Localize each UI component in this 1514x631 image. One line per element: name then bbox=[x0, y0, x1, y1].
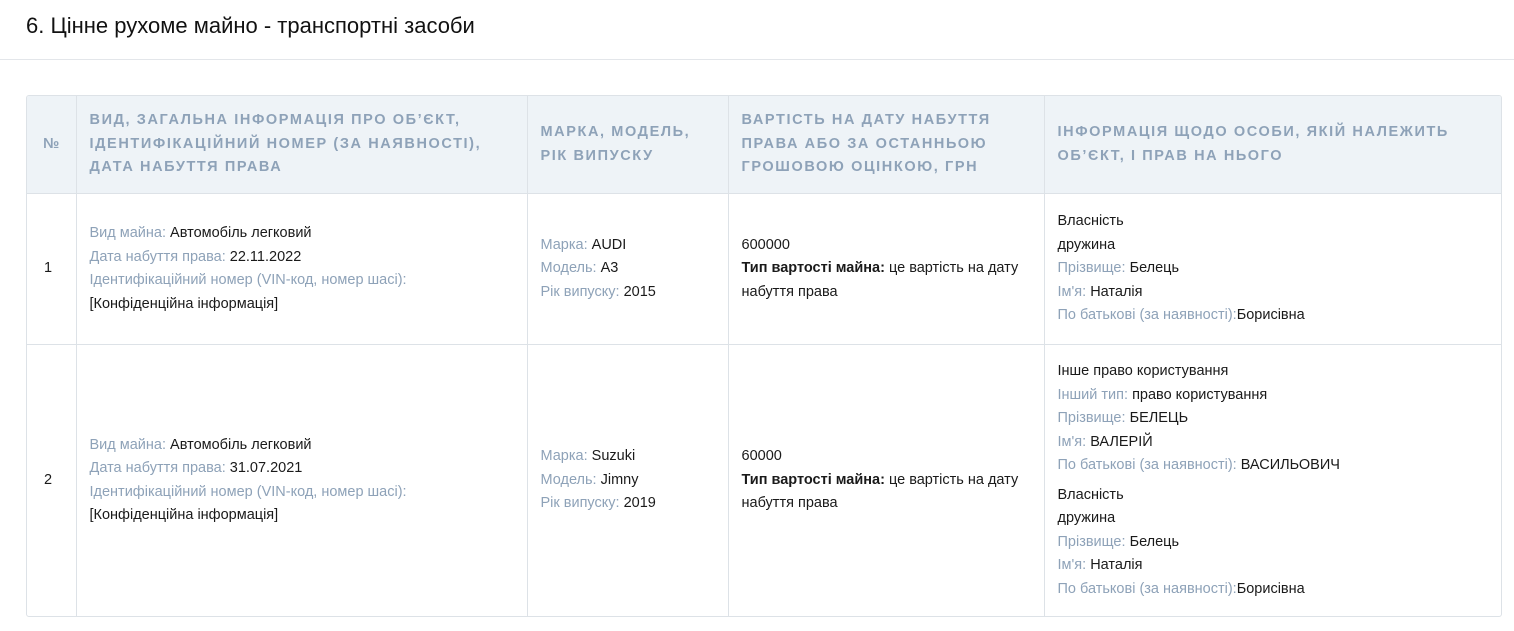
vehicles-table: № Вид, загальна інформація про об’єкт, і… bbox=[27, 96, 1501, 616]
cost-cell: 60000 Тип вартості майна: це вартість на… bbox=[728, 344, 1045, 616]
patronymic-value: Борисівна bbox=[1236, 580, 1305, 597]
name-label: Ім'я: bbox=[1057, 557, 1087, 573]
model-label: Модель: bbox=[540, 471, 597, 488]
surname-value: Белець bbox=[1129, 533, 1180, 550]
property-type-value: Автомобіль легковий bbox=[170, 225, 312, 241]
brand-value: AUDI bbox=[591, 236, 627, 253]
row-number: 1 bbox=[27, 193, 77, 345]
cost-type-label: Тип вартості майна: bbox=[741, 471, 885, 488]
column-header-info: Вид, загальна інформація про об’єкт, іде… bbox=[76, 96, 528, 194]
year-label: Рік випуску: bbox=[540, 283, 620, 300]
owner-relation: дружина bbox=[1057, 236, 1116, 253]
table-row: 2 Вид майна: Автомобіль легковий Дата на… bbox=[27, 344, 1501, 617]
surname-label: Прізвище: bbox=[1057, 260, 1126, 277]
object-info-cell: Вид майна: Автомобіль легковий Дата набу… bbox=[76, 344, 528, 616]
model-value: Jimny bbox=[600, 471, 639, 488]
cost-amount: 600000 bbox=[741, 236, 790, 253]
brand-label: Марка: bbox=[540, 448, 588, 465]
acquisition-date-value: 22.11.2022 bbox=[229, 248, 302, 265]
brand-value: Suzuki bbox=[591, 448, 636, 465]
column-header-cost: Вартість на дату набуття права або за ос… bbox=[728, 96, 1045, 194]
row-number: 2 bbox=[27, 344, 77, 616]
property-type-value: Автомобіль легковий bbox=[170, 436, 312, 453]
other-type-value: право користування bbox=[1132, 386, 1268, 403]
patronymic-value: ВАСИЛЬОВИЧ bbox=[1240, 457, 1340, 473]
acquisition-date-label: Дата набуття права: bbox=[89, 460, 226, 476]
column-header-owner: Інформація щодо особи, якій належить об’… bbox=[1044, 96, 1501, 194]
patronymic-label: По батькові (за наявності): bbox=[1057, 580, 1237, 597]
vin-value: [Конфіденційна інформація] bbox=[89, 507, 279, 523]
section-title: 6. Цінне рухоме майно - транспортні засо… bbox=[26, 13, 475, 38]
name-value: Наталія bbox=[1090, 557, 1143, 573]
patronymic-value: Борисівна bbox=[1236, 307, 1305, 324]
surname-label: Прізвище: bbox=[1057, 533, 1126, 550]
model-value: A3 bbox=[600, 260, 619, 277]
column-header-number: № bbox=[27, 96, 77, 194]
surname-value: Белець bbox=[1129, 260, 1180, 277]
column-header-vehicle: Марка, модель, рік випуску bbox=[527, 96, 729, 194]
vehicle-cell: Марка: AUDI Модель: A3 Рік випуску: 2015 bbox=[527, 193, 729, 345]
cost-amount: 60000 bbox=[741, 448, 782, 465]
patronymic-label: По батькові (за наявності): bbox=[1057, 457, 1237, 473]
owner-relation: дружина bbox=[1057, 510, 1116, 526]
table-header-row: № Вид, загальна інформація про об’єкт, і… bbox=[27, 96, 1501, 194]
vehicles-table-container: № Вид, загальна інформація про об’єкт, і… bbox=[26, 95, 1502, 617]
name-label: Ім'я: bbox=[1057, 433, 1087, 450]
owner-right: Власність bbox=[1057, 486, 1124, 503]
brand-label: Марка: bbox=[540, 236, 588, 253]
year-label: Рік випуску: bbox=[540, 495, 620, 512]
patronymic-label: По батькові (за наявності): bbox=[1057, 307, 1237, 324]
object-info-cell: Вид майна: Автомобіль легковий Дата набу… bbox=[76, 193, 528, 345]
vehicle-cell: Марка: Suzuki Модель: Jimny Рік випуску:… bbox=[527, 344, 729, 616]
name-value: ВАЛЕРІЙ bbox=[1090, 433, 1153, 450]
section-header: 6. Цінне рухоме майно - транспортні засо… bbox=[0, 0, 1514, 60]
table-row: 1 Вид майна: Автомобіль легковий Дата на… bbox=[27, 193, 1501, 345]
name-value: Наталія bbox=[1090, 283, 1143, 300]
acquisition-date-value: 31.07.2021 bbox=[229, 460, 303, 476]
owner-right: Інше право користування bbox=[1057, 363, 1229, 379]
vin-value: [Конфіденційна інформація] bbox=[89, 295, 279, 312]
year-value: 2015 bbox=[623, 283, 656, 300]
surname-value: БЕЛЕЦЬ bbox=[1129, 410, 1189, 426]
property-type-label: Вид майна: bbox=[89, 436, 167, 453]
property-type-label: Вид майна: bbox=[89, 225, 167, 241]
name-label: Ім'я: bbox=[1057, 283, 1087, 300]
owner-right: Власність bbox=[1057, 213, 1124, 230]
model-label: Модель: bbox=[540, 260, 597, 277]
other-type-label: Інший тип: bbox=[1057, 386, 1129, 403]
vin-label: Ідентифікаційний номер (VIN-код, номер ш… bbox=[89, 272, 407, 288]
owner-cell: Інше право користування Інший тип: право… bbox=[1044, 345, 1501, 617]
vin-label: Ідентифікаційний номер (VIN-код, номер ш… bbox=[89, 483, 407, 500]
year-value: 2019 bbox=[623, 495, 656, 512]
surname-label: Прізвище: bbox=[1057, 410, 1126, 426]
acquisition-date-label: Дата набуття права: bbox=[89, 248, 226, 265]
cost-type-label: Тип вартості майна: bbox=[741, 260, 885, 277]
cost-cell: 600000 Тип вартості майна: це вартість н… bbox=[728, 193, 1045, 345]
owner-cell: Власність дружина Прізвище: Белець Ім'я:… bbox=[1044, 193, 1501, 345]
